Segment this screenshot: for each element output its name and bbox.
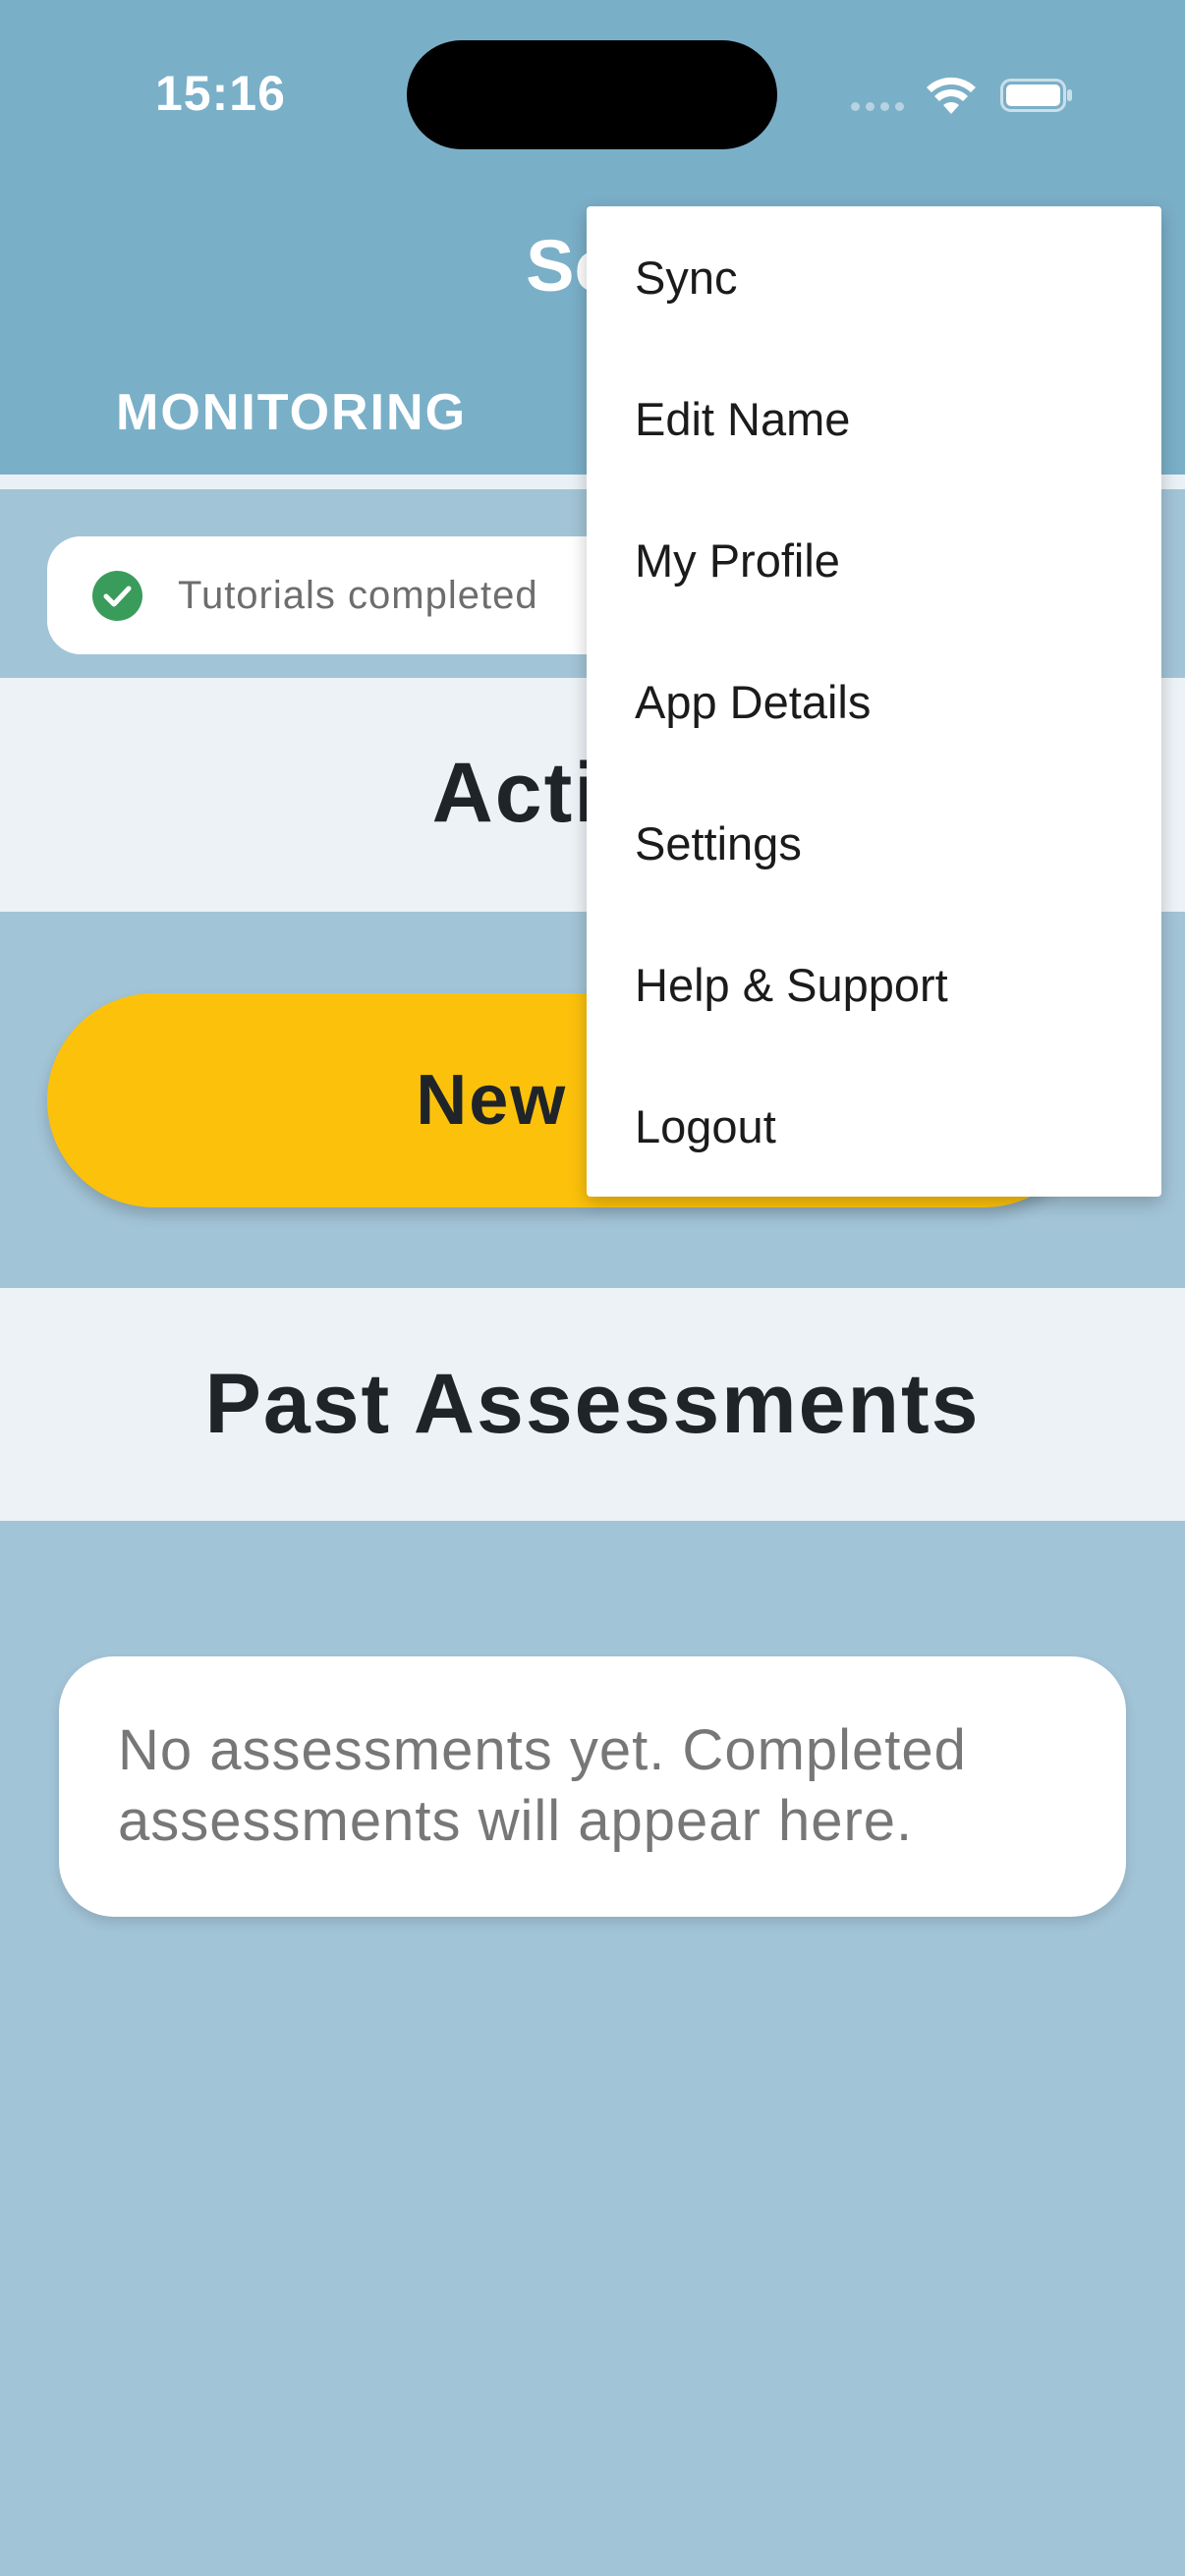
menu-item-app-details[interactable]: App Details [587,631,1161,772]
menu-item-sync[interactable]: Sync [587,206,1161,348]
overflow-menu: Sync Edit Name My Profile App Details Se… [587,206,1161,1197]
menu-item-my-profile[interactable]: My Profile [587,489,1161,631]
menu-item-logout[interactable]: Logout [587,1055,1161,1197]
menu-item-edit-name[interactable]: Edit Name [587,348,1161,489]
menu-item-help-support[interactable]: Help & Support [587,914,1161,1055]
menu-item-settings[interactable]: Settings [587,772,1161,914]
